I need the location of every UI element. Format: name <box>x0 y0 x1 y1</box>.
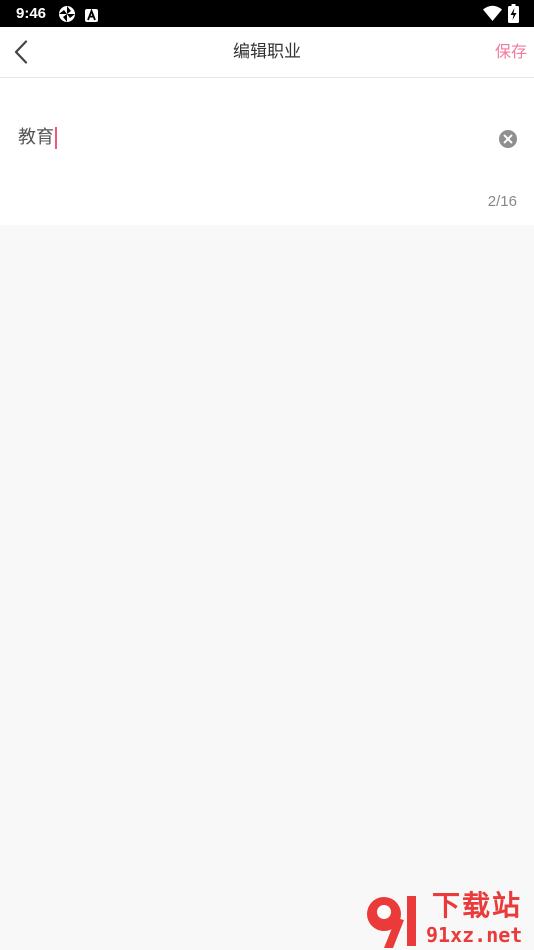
status-time: 9:46 <box>16 5 47 22</box>
battery-charging-icon <box>508 4 519 27</box>
nav-bar: 编辑职业 保存 <box>0 27 534 78</box>
watermark-logo-icon <box>367 896 416 948</box>
watermark: 下载站 91xz.net <box>362 888 534 950</box>
watermark-domain: 91xz.net <box>426 923 523 947</box>
a-badge-icon <box>85 7 98 26</box>
sync-icon <box>58 5 76 27</box>
save-button[interactable]: 保存 <box>495 27 527 77</box>
back-button[interactable] <box>4 27 44 77</box>
watermark-title: 下载站 <box>432 889 523 922</box>
clear-circle-icon <box>499 130 517 148</box>
char-count: 2/16 <box>487 193 517 210</box>
page-title: 编辑职业 <box>233 42 301 62</box>
text-caret <box>55 127 57 149</box>
chevron-left-icon <box>14 40 28 64</box>
wifi-icon <box>483 5 502 25</box>
status-bar: 9:46 <box>0 0 534 27</box>
clear-button[interactable] <box>499 130 517 148</box>
occupation-input[interactable]: 教育 <box>18 125 478 151</box>
occupation-edit-card: 教育 2/16 <box>0 78 534 225</box>
occupation-input-value[interactable]: 教育 <box>18 125 54 151</box>
